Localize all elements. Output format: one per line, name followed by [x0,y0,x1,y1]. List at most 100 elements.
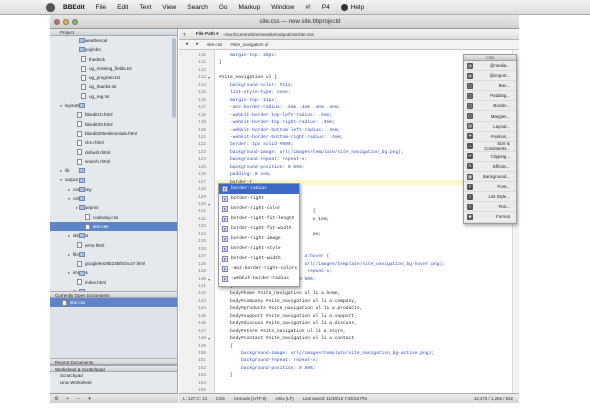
palette-item[interactable]: ✂ Clipping... [464,152,516,162]
palette-item[interactable]: ▢ Padding... [464,91,516,102]
add-icon[interactable]: + [64,396,71,402]
menu-markup[interactable]: Markup [239,4,261,11]
code-line: body#store #site_navigation ul li a.stor… [219,328,346,334]
tree-item[interactable]: site.css [50,221,177,232]
palette-item[interactable]: ≡ List Style... [464,192,516,203]
tree-item[interactable]: default.rhtml [50,148,177,157]
project-header[interactable]: Project [50,29,177,36]
tree-item[interactable]: ▸company [50,185,177,194]
completion-item[interactable]: p -moz-border-right-colors [219,264,299,274]
palette-item[interactable]: ✎ Effects... [464,162,516,173]
palette-item[interactable]: ✛ Position... [464,132,516,142]
scratchpad-item[interactable]: Scratchpad [50,372,177,379]
menu-window[interactable]: Window [271,4,294,11]
palette-item[interactable]: @ @import... [464,71,516,82]
tree-item[interactable]: bbedit20testimonials.html [50,129,177,138]
tree-item[interactable]: ▸ files [50,250,177,259]
file-menu[interactable]: site.css [207,42,222,47]
tree-item[interactable]: thedeck [50,55,177,64]
completion-item[interactable]: p border-right [219,194,299,204]
menu-view[interactable]: View [162,4,176,11]
line-column-indicator[interactable]: L: 127 C: 13 [183,396,207,401]
tree-item[interactable]: ug_thanks.txt [50,82,177,91]
tree-item[interactable]: ▾ output [50,175,177,184]
palette-item[interactable]: @ @media... [464,61,516,72]
tree-item[interactable]: ug_reg.txt [50,92,177,101]
symbol-menu[interactable]: #site_navigation ul [230,42,268,47]
forward-icon[interactable]: ▸ [194,41,201,48]
remove-icon[interactable]: − [75,396,82,402]
fold-triangle-icon[interactable]: ▾ [208,202,210,207]
back-icon[interactable]: ◂ [183,41,190,48]
palette-item[interactable]: ▢ Margins... [464,111,516,122]
tree-item[interactable]: clm.rhtml [50,138,177,147]
line-endings-menu[interactable]: Unix (LF) [276,396,294,401]
tree-item[interactable]: codeday.css [50,213,177,222]
tree-item[interactable]: bbedit10.html [50,110,177,119]
palette-item[interactable]: ▦ Background... [464,172,516,183]
fold-triangle-icon[interactable]: ▾ [208,75,210,80]
tree-item[interactable]: ▾ css [50,194,177,203]
tree-item[interactable]: index.html [50,278,177,287]
tree-item[interactable]: ▸yojimbo [50,45,177,54]
palette-item[interactable]: ✱ Format [464,212,516,223]
completion-item[interactable]: p border-right-fit-width [219,224,299,234]
tree-item[interactable]: ▸js [50,287,177,291]
menu-script[interactable]: #! [305,4,310,11]
palette-item[interactable]: ▢ Box... [464,81,516,92]
completion-item[interactable]: p border-right-style [219,244,299,254]
completion-item[interactable]: p -webkit-border-radius [219,274,299,284]
recent-documents-header[interactable]: Recent Documents [50,358,177,365]
completion-item[interactable]: p border-right-color [219,204,299,214]
menu-help[interactable]: Help [340,3,364,11]
completion-item[interactable]: p border-right-fit-length [219,214,299,224]
tree-item[interactable]: error.html [50,241,177,250]
fold-triangle-icon[interactable]: ▾ [208,336,210,341]
tree-item[interactable]: ▸images [50,268,177,277]
tree-item[interactable]: ▾ layouts [50,101,177,110]
menu-go[interactable]: Go [219,4,228,11]
file-path-menu[interactable]: File Path ▾ [196,31,219,37]
code-line: margin-top: 11px; [219,97,277,103]
tree-item[interactable]: ▸ lib [50,166,177,175]
line-number: 134 [198,231,206,237]
code-line: body#discuss #site_navigation ul li a.di… [219,321,357,327]
menu-app[interactable]: BBEdit [63,4,85,11]
tree-item[interactable]: ug_program.txt [50,73,177,82]
worksheet-header[interactable]: Worksheet & Scratchpad [50,365,177,372]
minimize-window-button[interactable] [63,18,69,25]
menu-text[interactable]: Text [139,4,151,11]
menu-edit[interactable]: Edit [117,4,128,11]
gear-icon[interactable]: ⚙ [53,396,60,402]
menu-p4[interactable]: P4 [322,4,330,11]
palette-item[interactable]: ↔ Size & Constraints... [464,141,516,152]
tree-item[interactable]: ▸weathercal [50,36,177,45]
palette-item[interactable]: ▢ Border... [464,101,516,112]
unix-worksheet-item[interactable]: Unix Worksheet [50,379,177,386]
sidebar-scrollbar[interactable] [172,38,176,118]
tree-item[interactable]: ▸ blueprint [50,203,177,212]
apple-icon[interactable] [46,2,55,12]
action-icon[interactable]: ▾ [86,396,93,402]
close-window-button[interactable] [54,18,60,25]
tree-item[interactable]: google9429b235f0cbca7.html [50,259,177,268]
open-document-item[interactable]: site.css [50,298,177,308]
tree-item[interactable]: search.rhtml [50,157,177,166]
tree-item[interactable]: ▸discuss [50,231,177,240]
completion-item[interactable]: p border-right-image [219,234,299,244]
tree-item[interactable]: ug_missing_fields.txt [50,64,177,73]
fold-triangle-icon[interactable]: ▾ [208,277,210,282]
language-menu[interactable]: CSS [216,396,225,401]
menu-file[interactable]: File [96,4,106,11]
palette-item[interactable]: T Text... [464,202,516,213]
completion-item[interactable]: p border-right-width [219,254,299,264]
completion-item[interactable]: p border-radius [219,184,299,194]
palette-item[interactable]: ▤ Layout... [464,122,516,132]
menu-search[interactable]: Search [187,4,208,11]
palette-item[interactable]: F Font... [464,182,516,193]
tree-item[interactable]: bbedit20.html [50,120,177,129]
open-documents-header[interactable]: Currently Open Documents [50,291,177,298]
property-icon: p [222,196,228,202]
encoding-menu[interactable]: Unicode (UTF-8) [234,396,267,401]
zoom-window-button[interactable] [72,18,78,25]
